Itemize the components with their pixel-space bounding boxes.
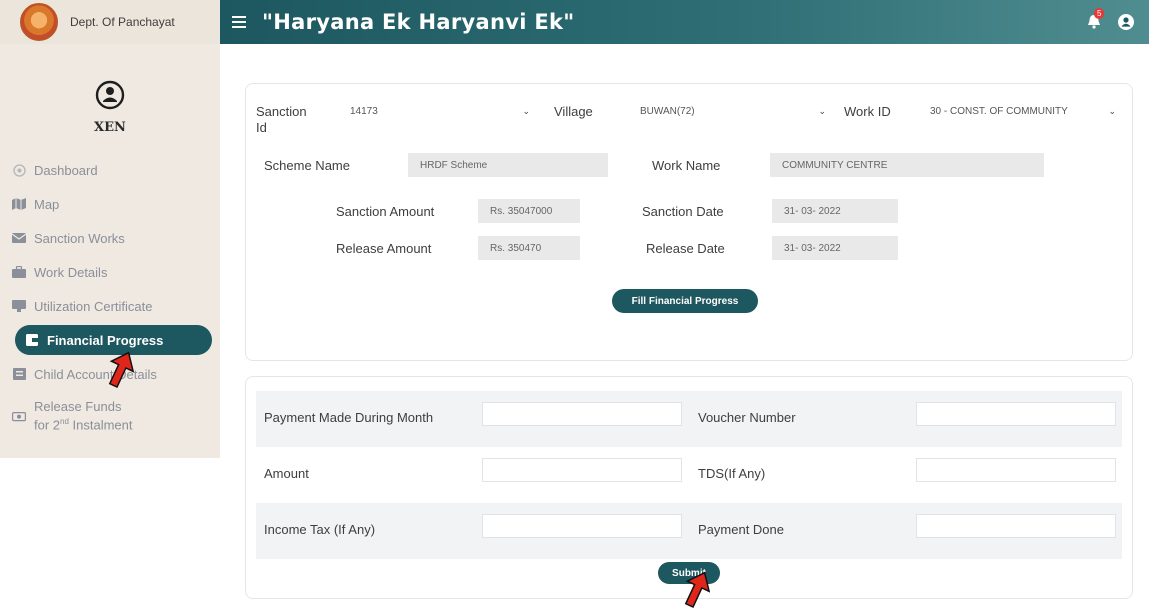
sidebar-item-label: Release Funds for 2nd Instalment: [34, 399, 133, 432]
amount-label: Amount: [264, 466, 309, 481]
release-amount-field[interactable]: Rs. 350470: [478, 236, 580, 260]
briefcase-icon: [12, 265, 26, 279]
money-icon: [12, 409, 26, 423]
village-label: Village: [554, 104, 593, 119]
sidebar-header: Dept. Of Panchayat: [0, 0, 220, 44]
sanction-details-card: Sanction Id 14173 ⌄ Village BUWAN(72) ⌄ …: [245, 83, 1133, 361]
sidebar: Dept. Of Panchayat XEN Dashboard Map San…: [0, 0, 220, 458]
wallet-icon: [25, 333, 39, 347]
sanction-id-label: Sanction Id: [256, 104, 307, 135]
release-date-field[interactable]: 31- 03- 2022: [772, 236, 898, 260]
envelope-icon: [12, 231, 26, 245]
user-role: XEN: [94, 120, 126, 135]
fill-financial-progress-button[interactable]: Fill Financial Progress: [612, 289, 758, 313]
top-header: "Haryana Ek Haryanvi Ek" 5: [220, 0, 1149, 44]
haryana-emblem-logo: [20, 3, 58, 41]
release-funds-line2: for 2: [34, 417, 61, 433]
monitor-icon: [12, 299, 26, 313]
tds-label: TDS(If Any): [698, 466, 766, 481]
payment-done-input[interactable]: [916, 514, 1116, 538]
work-name-label: Work Name: [652, 158, 721, 173]
village-value: BUWAN(72): [640, 105, 695, 117]
sidebar-item-label: Dashboard: [34, 162, 98, 178]
sanction-id-value: 14173: [350, 105, 378, 117]
work-id-value: 30 - CONST. OF COMMUNITY: [930, 105, 1068, 117]
annotation-arrow-icon: [684, 571, 710, 608]
sidebar-nav: Dashboard Map Sanction Works Work Detail…: [0, 153, 220, 441]
village-select[interactable]: BUWAN(72) ⌄: [628, 98, 834, 124]
release-funds-line1: Release Funds: [34, 399, 122, 415]
form-row: Amount TDS(If Any): [256, 447, 1122, 503]
income-tax-input[interactable]: [482, 514, 682, 538]
sidebar-item-map[interactable]: Map: [0, 187, 220, 221]
sidebar-item-label: Child Account Details: [34, 366, 157, 382]
chevron-down-icon: ⌄: [1108, 105, 1116, 116]
map-icon: [12, 197, 26, 211]
amount-input[interactable]: [482, 458, 682, 482]
form-row: Income Tax (If Any) Payment Done: [256, 503, 1122, 559]
income-tax-label: Income Tax (If Any): [264, 522, 376, 537]
notification-bell-icon[interactable]: 5: [1087, 8, 1105, 30]
chevron-down-icon: ⌄: [522, 105, 530, 116]
payment-month-label: Payment Made During Month: [264, 410, 434, 425]
sidebar-item-sanction-works[interactable]: Sanction Works: [0, 221, 220, 255]
payment-done-label: Payment Done: [698, 522, 784, 537]
tds-input[interactable]: [916, 458, 1116, 482]
user-avatar-icon[interactable]: [95, 80, 125, 110]
notification-count-badge: 5: [1094, 8, 1105, 19]
sidebar-item-label: Work Details: [34, 264, 108, 280]
app-title: "Haryana Ek Haryanvi Ek": [262, 10, 575, 34]
release-funds-ordinal: nd: [60, 417, 69, 427]
sanction-date-field[interactable]: 31- 03- 2022: [772, 199, 898, 223]
scheme-name-field[interactable]: HRDF Scheme: [408, 153, 608, 177]
sidebar-item-release-funds[interactable]: Release Funds for 2nd Instalment: [0, 391, 220, 441]
header-actions: 5: [1087, 0, 1135, 44]
annotation-arrow-icon: [108, 351, 134, 388]
page: Dept. Of Panchayat XEN Dashboard Map San…: [0, 0, 1149, 608]
voucher-number-input[interactable]: [916, 402, 1116, 426]
sanction-amount-label: Sanction Amount: [336, 204, 435, 219]
header-user-icon[interactable]: [1117, 13, 1135, 31]
sidebar-item-label: Map: [34, 196, 60, 212]
payment-month-input[interactable]: [482, 402, 682, 426]
department-name: Dept. Of Panchayat: [70, 15, 175, 29]
release-funds-line2-rest: Instalment: [68, 417, 133, 433]
voucher-number-label: Voucher Number: [698, 410, 796, 425]
sidebar-item-label: Financial Progress: [47, 332, 164, 348]
scheme-name-label: Scheme Name: [264, 158, 350, 173]
release-date-label: Release Date: [646, 241, 725, 256]
sidebar-item-work-details[interactable]: Work Details: [0, 255, 220, 289]
sanction-id-select[interactable]: 14173 ⌄: [338, 98, 538, 124]
work-id-select[interactable]: 30 - CONST. OF COMMUNITY ⌄: [918, 98, 1124, 124]
menu-icon[interactable]: [232, 13, 246, 31]
sidebar-item-utilization-certificate[interactable]: Utilization Certificate: [0, 289, 220, 323]
release-amount-label: Release Amount: [336, 241, 432, 256]
financial-progress-form: Payment Made During Month Voucher Number…: [245, 376, 1133, 599]
form-row: Payment Made During Month Voucher Number: [256, 391, 1122, 447]
sanction-amount-field[interactable]: Rs. 35047000: [478, 199, 580, 223]
dashboard-icon: [12, 163, 26, 177]
sidebar-item-dashboard[interactable]: Dashboard: [0, 153, 220, 187]
sidebar-item-label: Utilization Certificate: [34, 298, 153, 314]
sanction-date-label: Sanction Date: [642, 204, 724, 219]
work-name-field[interactable]: COMMUNITY CENTRE: [770, 153, 1044, 177]
sidebar-item-label: Sanction Works: [34, 230, 125, 246]
user-profile: XEN: [0, 80, 220, 135]
id-card-icon: [12, 367, 26, 381]
chevron-down-icon: ⌄: [818, 105, 826, 116]
work-id-label: Work ID: [844, 104, 891, 119]
